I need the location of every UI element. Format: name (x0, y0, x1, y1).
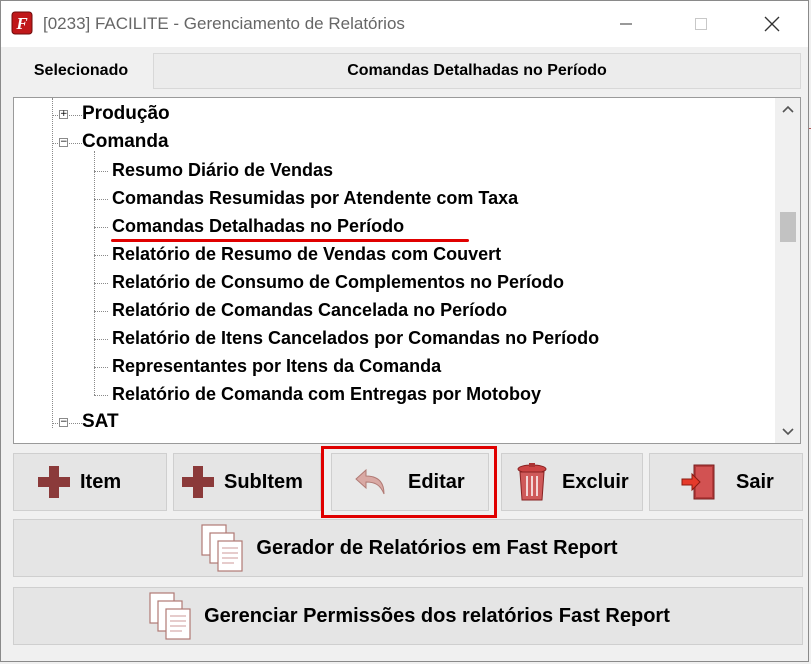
red-underline-annotation (111, 239, 469, 242)
minimize-icon (620, 23, 632, 25)
chevron-up-icon (781, 105, 794, 113)
maximize-button[interactable] (678, 1, 724, 47)
tree-branch-line (94, 255, 108, 256)
tree-item[interactable]: Relatório de Comanda com Entregas por Mo… (112, 384, 541, 405)
maximize-icon (695, 18, 707, 30)
collapse-icon[interactable]: − (59, 138, 68, 147)
documents-icon (201, 524, 243, 572)
selected-label: Selecionado (33, 62, 129, 79)
facilite-app-icon: F (11, 11, 33, 35)
documents-icon (149, 592, 191, 640)
expand-icon[interactable]: + (59, 110, 68, 119)
excluir-button[interactable]: Excluir (501, 453, 643, 511)
minimize-button[interactable] (603, 1, 649, 47)
tree-children-line (94, 151, 95, 395)
chevron-down-icon (781, 428, 794, 436)
report-tree[interactable]: + Produção − Comanda Resumo Diário de Ve… (13, 97, 801, 444)
sair-button[interactable]: Sair (649, 453, 803, 511)
scroll-down-button[interactable] (775, 421, 800, 443)
plus-icon (38, 466, 70, 498)
item-button-label: Item (80, 470, 122, 493)
red-highlight-box (321, 446, 497, 518)
tree-item[interactable]: Relatório de Comandas Cancelada no Perío… (112, 300, 507, 321)
collapse-icon[interactable]: − (59, 418, 68, 427)
trash-icon (517, 463, 547, 501)
scroll-up-button[interactable] (775, 98, 800, 120)
item-button[interactable]: Item (13, 453, 167, 511)
tree-branch-line (94, 171, 108, 172)
tree-item[interactable]: Relatório de Consumo de Complementos no … (112, 272, 564, 293)
excluir-button-label: Excluir (562, 470, 629, 493)
tree-item-selected[interactable]: Comandas Detalhadas no Período (112, 216, 404, 237)
scroll-thumb[interactable] (780, 212, 796, 242)
tree-node-sat[interactable]: SAT (82, 411, 119, 433)
window-title: [0233] FACILITE - Gerenciamento de Relat… (43, 14, 405, 33)
subitem-button-label: SubItem (224, 470, 303, 493)
sair-button-label: Sair (736, 470, 774, 493)
permissoes-button-label: Gerenciar Permissões dos relatórios Fast… (204, 604, 670, 627)
exit-door-icon (681, 464, 715, 500)
tree-branch-line (94, 311, 108, 312)
tree-item[interactable]: Comandas Resumidas por Atendente com Tax… (112, 188, 518, 209)
svg-text:F: F (15, 14, 28, 33)
subitem-button[interactable]: SubItem (173, 453, 321, 511)
tree-branch-line (94, 395, 108, 396)
tree-branch-line (94, 283, 108, 284)
plus-icon (182, 466, 214, 498)
gerenciar-permissoes-button[interactable]: Gerenciar Permissões dos relatórios Fast… (13, 587, 803, 645)
tree-branch-line (94, 227, 108, 228)
tree-root-line (52, 98, 53, 428)
tree-item[interactable]: Relatório de Resumo de Vendas com Couver… (112, 244, 501, 265)
selected-value-field: Comandas Detalhadas no Período (153, 53, 801, 89)
tree-item[interactable]: Relatório de Itens Cancelados por Comand… (112, 328, 599, 349)
tree-branch-line (94, 367, 108, 368)
tree-node-comanda[interactable]: Comanda (82, 131, 169, 153)
close-icon (764, 16, 780, 32)
selected-row: Selecionado Comandas Detalhadas no Perío… (13, 53, 803, 89)
tree-branch-line (94, 339, 108, 340)
close-button[interactable] (749, 1, 795, 47)
tree-item[interactable]: Representantes por Itens da Comanda (112, 356, 441, 377)
tree-node-producao[interactable]: Produção (82, 103, 170, 125)
gerador-button-label: Gerador de Relatórios em Fast Report (256, 536, 618, 559)
gerador-relatorios-button[interactable]: Gerador de Relatórios em Fast Report (13, 519, 803, 577)
title-bar[interactable]: F [0233] FACILITE - Gerenciamento de Rel… (1, 1, 808, 47)
vertical-scrollbar[interactable] (775, 98, 800, 443)
report-manager-window: F [0233] FACILITE - Gerenciamento de Rel… (0, 0, 809, 662)
tree-item[interactable]: Resumo Diário de Vendas (112, 160, 333, 181)
tree-branch-line (94, 199, 108, 200)
